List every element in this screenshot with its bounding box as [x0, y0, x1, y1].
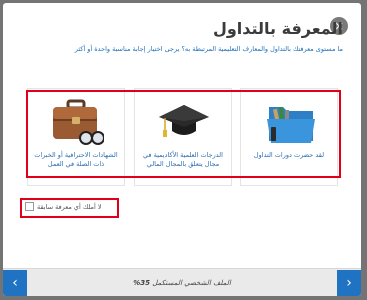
progress-value: 35%: [133, 279, 150, 287]
chevron-right-icon[interactable]: ›: [337, 270, 361, 296]
no-knowledge-checkbox[interactable]: [25, 202, 34, 211]
modal-subtitle: ما مستوى معرفتك بالتداول والمعارف التعلي…: [74, 45, 343, 53]
option-card-professional[interactable]: الشهادات الاحترافية أو الخبرات ذات الصلة…: [27, 88, 125, 186]
no-knowledge-label: لا أملك أي معرفة سابقة: [37, 203, 102, 211]
modal-title: المعرفة بالتداول: [212, 19, 343, 38]
trading-knowledge-modal: × المعرفة بالتداول ما مستوى معرفتك بالتد…: [3, 3, 361, 296]
graduation-cap-icon: [159, 105, 209, 137]
profile-progress: الملف الشخصي المستكمل 35%: [33, 270, 331, 296]
briefcase-glasses-icon: [53, 99, 104, 145]
option-card-label: لقد حضرت دورات التداول: [253, 151, 325, 159]
option-card-label: الشهادات الاحترافية أو الخبرات ذات الصلة…: [34, 151, 118, 168]
chevron-left-icon[interactable]: ‹: [3, 270, 27, 296]
progress-label: الملف الشخصي المستكمل: [152, 279, 231, 287]
option-card-label: الدرجات العلمية الأكاديمية في مجال يتعلق…: [143, 151, 223, 168]
knowledge-options: الشهادات الاحترافية أو الخبرات ذات الصلة…: [27, 88, 339, 186]
progress-footer: ‹ الملف الشخصي المستكمل 35% ›: [3, 268, 361, 296]
option-card-academic[interactable]: الدرجات العلمية الأكاديمية في مجال يتعلق…: [134, 88, 232, 186]
no-knowledge-checkbox-row[interactable]: لا أملك أي معرفة سابقة: [25, 201, 125, 213]
folder-documents-icon: [267, 106, 315, 143]
option-card-courses[interactable]: لقد حضرت دورات التداول: [240, 88, 338, 186]
